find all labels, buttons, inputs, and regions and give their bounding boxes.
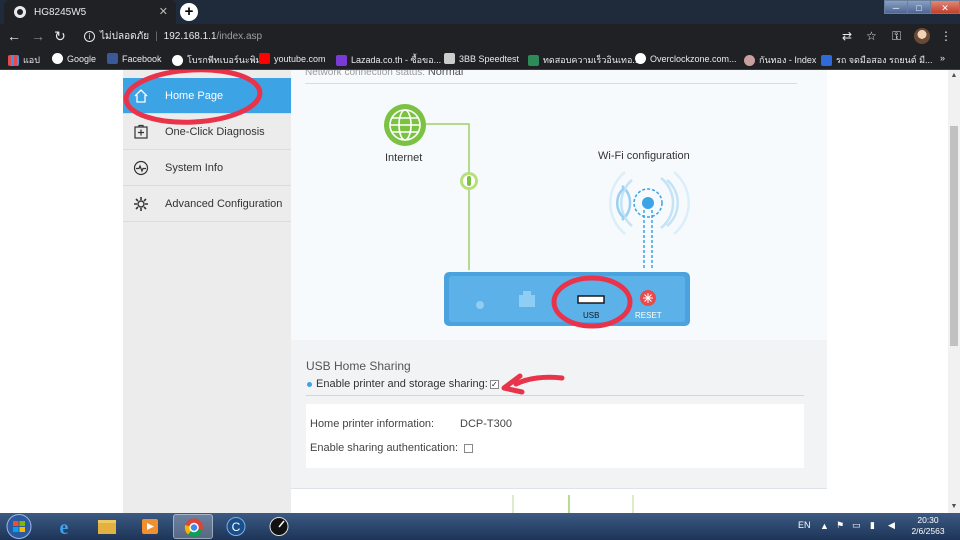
security-label: ไม่ปลอดภัย xyxy=(100,30,150,42)
media-player-icon[interactable] xyxy=(130,514,170,539)
info-icon[interactable]: i xyxy=(84,30,95,42)
bookmarks-overflow-button[interactable]: » xyxy=(940,53,945,63)
minimize-button[interactable]: ─ xyxy=(884,0,908,14)
bookmark-label: กันทอง - Index xyxy=(759,55,817,65)
menu-icon[interactable]: ⋮ xyxy=(940,29,952,43)
site-icon xyxy=(528,54,539,66)
bookmark-label: รถ จดมือสอง รถยนต์ มื... xyxy=(836,55,933,65)
bookmark-label: Lazada.co.th - ซื้อขอ... xyxy=(351,55,442,65)
annotation-overlay xyxy=(123,70,633,395)
bookmark-label: Facebook xyxy=(122,53,162,64)
lazada-icon xyxy=(336,54,347,66)
ccleaner-icon[interactable]: C xyxy=(216,514,256,539)
bookmark-item[interactable]: Lazada.co.th - ซื้อขอ... xyxy=(336,53,441,67)
taskbar: e C EN ▲ ⚑ ▭ ▮ ◀ 20:30 2/6/2563 xyxy=(0,513,960,540)
google-icon xyxy=(52,53,63,64)
page-favicon-icon xyxy=(14,6,26,18)
site-icon xyxy=(635,53,646,64)
svg-text:e: e xyxy=(60,517,69,539)
apps-icon xyxy=(8,54,19,66)
bookmarks-bar: แอป Google Facebook โบรกพีทเบอร์นะพิมพ์ … xyxy=(0,48,960,70)
browser-toolbar: ← → ↻ i ไม่ปลอดภัย | 192.168.1.1 /index.… xyxy=(0,24,960,48)
action-center-icon[interactable]: ⚑ xyxy=(836,520,844,531)
volume-icon[interactable]: ◀ xyxy=(888,520,895,531)
display-icon[interactable]: ▭ xyxy=(852,520,861,531)
speedtest-icon xyxy=(444,53,455,64)
svg-text:C: C xyxy=(232,520,241,534)
tab-strip: HG8245W5 ✕ + ─ □ ✕ xyxy=(0,0,960,24)
screen: HG8245W5 ✕ + ─ □ ✕ ← → ↻ i ไม่ปลอดภัย | … xyxy=(0,0,960,540)
profile-avatar[interactable] xyxy=(914,28,930,44)
page-viewport: Home Page One-Click Diagnosis System Inf… xyxy=(0,70,960,513)
bookmark-label: ทดสอบความเร็วอินเทอ... xyxy=(543,55,640,65)
facebook-icon xyxy=(107,53,118,64)
file-explorer-icon[interactable] xyxy=(87,514,127,539)
bookmark-item[interactable]: Google xyxy=(52,53,96,64)
new-tab-button[interactable]: + xyxy=(180,3,198,21)
bookmark-item[interactable]: Overclockzone.com... xyxy=(635,53,737,64)
bookmark-item[interactable]: กันทอง - Index xyxy=(744,53,816,67)
address-separator: | xyxy=(155,30,158,42)
reload-button[interactable]: ↻ xyxy=(52,28,68,44)
address-host: 192.168.1.1 xyxy=(163,30,217,42)
ie-icon[interactable]: e xyxy=(44,514,84,539)
browser-tab[interactable]: HG8245W5 ✕ xyxy=(4,0,176,24)
tray-expand-icon[interactable]: ▲ xyxy=(820,521,829,531)
translate-icon[interactable]: ⇄ xyxy=(842,29,852,43)
forward-button[interactable]: → xyxy=(30,28,46,44)
window-close-button[interactable]: ✕ xyxy=(930,0,960,14)
bookmark-star-icon[interactable]: ☆ xyxy=(866,29,877,43)
bookmark-label: แอป xyxy=(23,55,40,65)
site-icon xyxy=(172,54,183,66)
clock-time: 20:30 xyxy=(917,515,939,525)
bookmark-label: Google xyxy=(67,53,97,64)
speedometer-icon[interactable] xyxy=(259,514,299,539)
bookmark-item[interactable]: 3BB Speedtest xyxy=(444,53,519,64)
bookmark-item[interactable]: Facebook xyxy=(107,53,162,64)
back-button[interactable]: ← xyxy=(6,28,22,44)
bookmark-item[interactable]: แอป xyxy=(8,53,40,67)
tab-close-icon[interactable]: ✕ xyxy=(159,5,168,18)
bookmark-item[interactable]: youtube.com xyxy=(259,53,326,64)
bookmark-label: youtube.com xyxy=(274,53,326,64)
network-icon[interactable]: ▮ xyxy=(870,520,875,531)
bookmark-label: Overclockzone.com... xyxy=(650,53,737,64)
chrome-icon[interactable] xyxy=(173,514,213,539)
youtube-icon xyxy=(259,53,270,64)
site-icon xyxy=(744,54,755,66)
maximize-button[interactable]: □ xyxy=(907,0,931,14)
bookmark-label: โบรกพีทเบอร์นะพิมพ์ xyxy=(187,55,268,65)
language-indicator[interactable]: EN xyxy=(798,520,811,530)
bookmark-item[interactable]: รถ จดมือสอง รถยนต์ มื... xyxy=(821,53,933,67)
windows-start-icon[interactable] xyxy=(4,513,34,540)
address-path: /index.asp xyxy=(216,30,263,42)
key-icon[interactable]: ⚿ xyxy=(892,29,901,44)
bookmark-item[interactable]: ทดสอบความเร็วอินเทอ... xyxy=(528,53,640,67)
site-icon xyxy=(821,54,832,66)
bookmark-label: 3BB Speedtest xyxy=(459,53,520,64)
address-bar[interactable]: i ไม่ปลอดภัย | 192.168.1.1 /index.asp xyxy=(76,27,886,45)
bookmark-item[interactable]: โบรกพีทเบอร์นะพิมพ์ xyxy=(172,53,268,67)
taskbar-clock[interactable]: 20:30 2/6/2563 xyxy=(908,515,948,537)
clock-date: 2/6/2563 xyxy=(911,526,945,536)
tab-title: HG8245W5 xyxy=(34,6,87,18)
